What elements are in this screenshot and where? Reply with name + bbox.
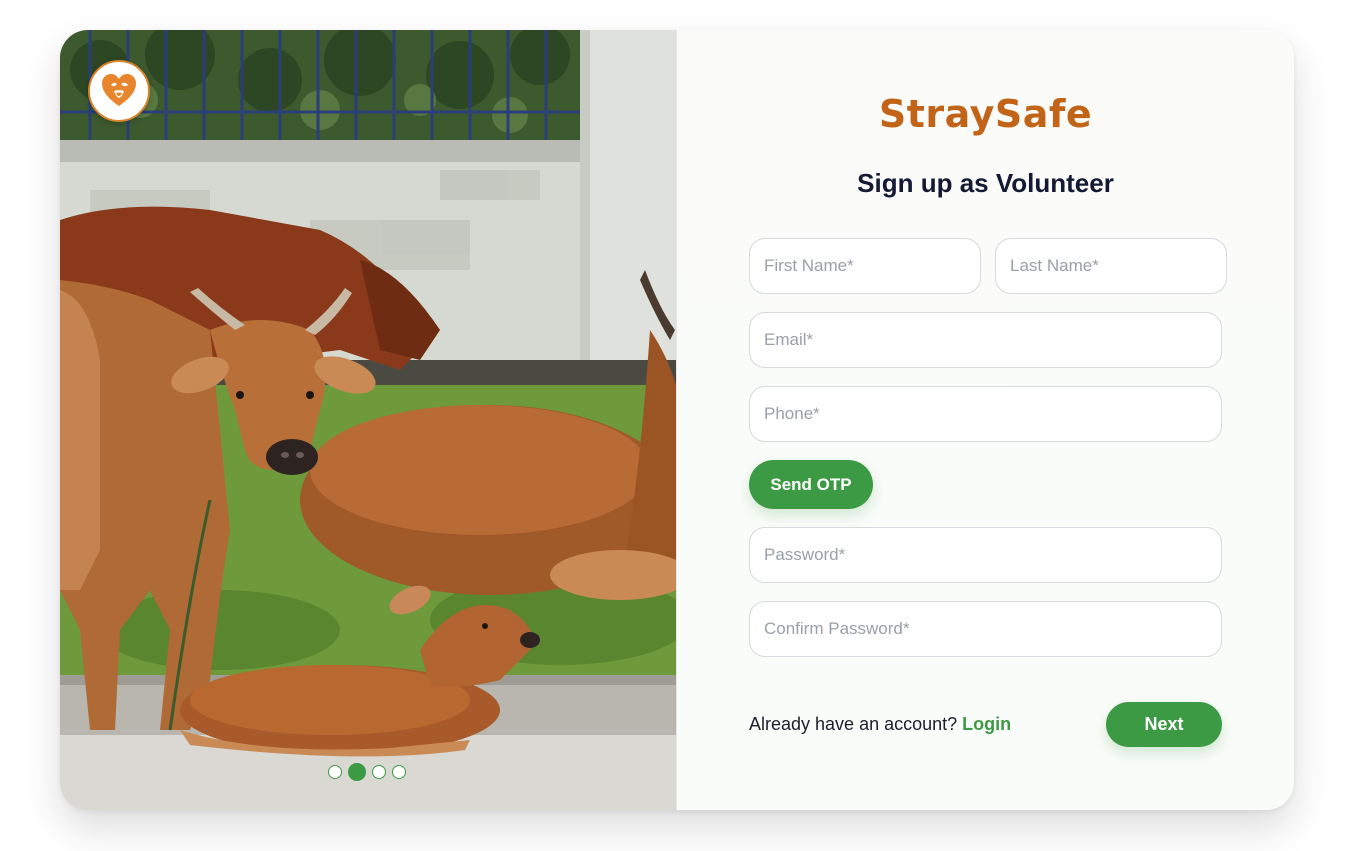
carousel-dot-1[interactable]: [328, 765, 342, 779]
carousel-indicators: [328, 763, 406, 781]
password-field[interactable]: [749, 527, 1222, 583]
brand-name: StraySafe: [878, 92, 1093, 136]
send-otp-button[interactable]: Send OTP: [749, 460, 873, 509]
login-prompt-text: Already have an account?: [749, 714, 963, 734]
carousel-dot-4[interactable]: [392, 765, 406, 779]
next-button[interactable]: Next: [1106, 702, 1222, 747]
email-field[interactable]: [749, 312, 1222, 368]
cattle-photo: [60, 30, 676, 810]
login-link[interactable]: Login: [962, 714, 1011, 734]
hero-image-panel: [60, 30, 677, 810]
carousel-dot-2[interactable]: [348, 763, 366, 781]
page-title: Sign up as Volunteer: [857, 168, 1114, 198]
heart-paw-icon: [88, 60, 150, 122]
carousel-dot-3[interactable]: [372, 765, 386, 779]
login-prompt-row: Already have an account? Login: [749, 714, 1011, 735]
first-name-field[interactable]: [749, 238, 981, 294]
confirm-password-field[interactable]: [749, 601, 1222, 657]
phone-field[interactable]: [749, 386, 1222, 442]
last-name-field[interactable]: [995, 238, 1227, 294]
